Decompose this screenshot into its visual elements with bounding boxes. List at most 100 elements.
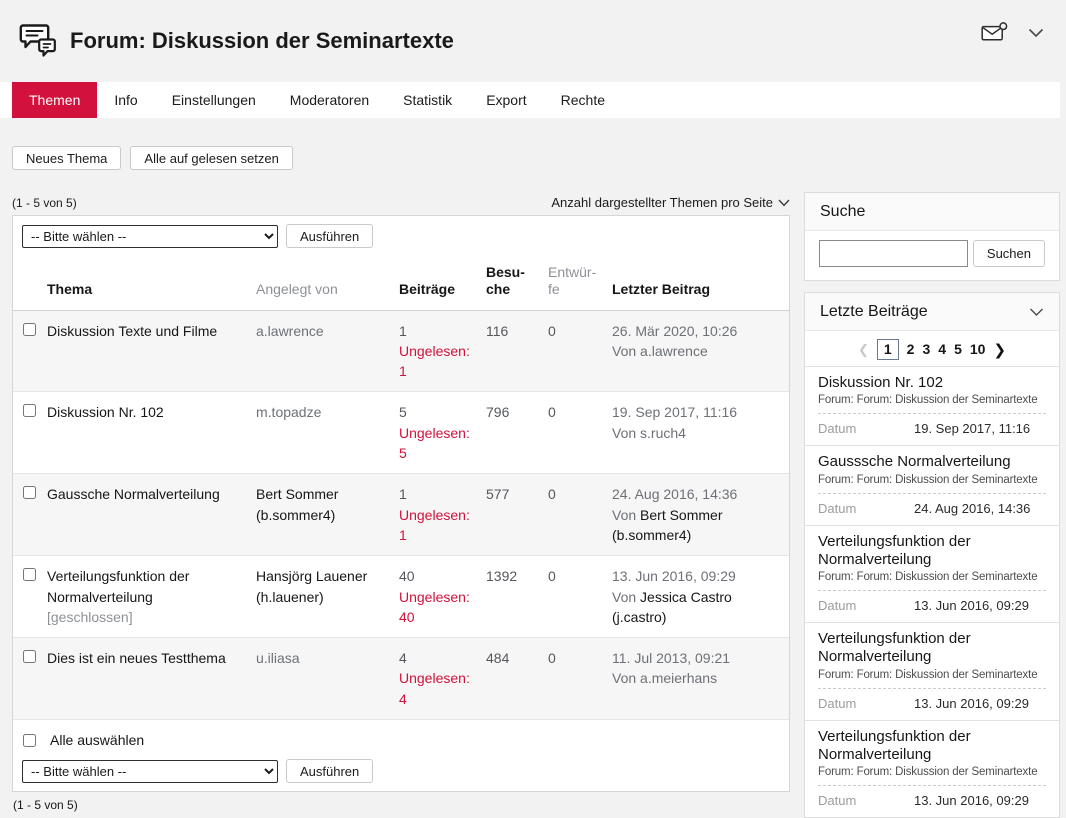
main-content: Neues Thema Alle auf gelesen setzen (1 -… bbox=[12, 118, 790, 812]
topic-row: Diskussion Nr. 102 m.topadze 5 Ungelesen… bbox=[13, 392, 789, 474]
tab[interactable]: Export bbox=[469, 82, 543, 118]
per-page-dropdown[interactable]: Anzahl dargestellter Themen pro Seite bbox=[551, 195, 790, 210]
latest-post-title[interactable]: Verteilungsfunktion der Normalverteilung bbox=[818, 630, 1046, 667]
drafts-count: 0 bbox=[548, 484, 612, 545]
forum-speech-bubbles-icon bbox=[16, 21, 60, 61]
posts-count: 5 bbox=[399, 402, 478, 422]
bulk-action-select-bottom[interactable]: -- Bitte wählen -- bbox=[22, 760, 278, 783]
tab[interactable]: Info bbox=[97, 82, 154, 118]
execute-button-bottom[interactable]: Ausführen bbox=[286, 759, 373, 783]
search-panel-title: Suche bbox=[820, 203, 865, 221]
date-value: 13. Jun 2016, 09:29 bbox=[914, 696, 1029, 711]
topic-row-checkbox[interactable] bbox=[23, 650, 36, 663]
tab[interactable]: Rechte bbox=[544, 82, 622, 118]
topic-author: a.lawrence bbox=[256, 323, 324, 339]
date-value: 24. Aug 2016, 14:36 bbox=[914, 501, 1030, 516]
date-value: 13. Jun 2016, 09:29 bbox=[914, 598, 1029, 613]
pagination-page-link[interactable]: 4 bbox=[938, 340, 946, 359]
pagination-prev-icon: ❮ bbox=[858, 342, 869, 358]
topic-title-link[interactable]: Diskussion Texte und Filme bbox=[47, 323, 217, 339]
collapse-chevron-down-icon[interactable] bbox=[1029, 308, 1044, 317]
posts-count: 1 bbox=[399, 484, 478, 504]
unread-count: Ungelesen: 4 bbox=[399, 668, 478, 709]
tab[interactable]: Themen bbox=[12, 82, 97, 118]
tab[interactable]: Einstellungen bbox=[155, 82, 273, 118]
latest-post-title[interactable]: Verteilungsfunktion der Normalverteilung bbox=[818, 728, 1046, 765]
column-header: Angelegt von bbox=[256, 281, 399, 298]
topic-row: Dies ist ein neues Testthema u.iliasa 4 … bbox=[13, 638, 789, 720]
dashed-divider bbox=[818, 493, 1046, 494]
per-page-label: Anzahl dargestellter Themen pro Seite bbox=[551, 195, 773, 210]
dashed-divider bbox=[818, 688, 1046, 689]
topic-author[interactable]: Bert Sommer (b.sommer4) bbox=[256, 486, 338, 522]
topic-row-checkbox[interactable] bbox=[23, 568, 36, 581]
column-header[interactable]: Thema bbox=[47, 281, 256, 298]
result-range-top: (1 - 5 von 5) bbox=[12, 196, 77, 210]
latest-post-title[interactable]: Verteilungsfunktion der Normalverteilung bbox=[818, 533, 1046, 570]
topic-title-link[interactable]: Verteilungsfunktion der Normalverteilung bbox=[47, 568, 189, 604]
search-input[interactable] bbox=[819, 240, 968, 267]
latest-post-item: Verteilungsfunktion der Normalverteilung… bbox=[805, 622, 1059, 720]
latest-post-title[interactable]: Diskussion Nr. 102 bbox=[818, 374, 1046, 392]
visits-count: 484 bbox=[486, 648, 548, 709]
topic-row-checkbox[interactable] bbox=[23, 323, 36, 336]
table-body: Diskussion Texte und Filme a.lawrence 1 … bbox=[13, 311, 789, 720]
drafts-count: 0 bbox=[548, 402, 612, 463]
mark-all-read-button[interactable]: Alle auf gelesen setzen bbox=[130, 146, 292, 170]
last-post-date: 11. Jul 2013, 09:21 bbox=[612, 648, 781, 668]
last-post-date: 26. Mär 2020, 10:26 bbox=[612, 321, 781, 341]
select-all-row: Alle auswählen bbox=[13, 720, 789, 751]
dashed-divider bbox=[818, 590, 1046, 591]
latest-post-title[interactable]: Gausssche Normalverteilung bbox=[818, 453, 1046, 471]
last-post-by-prefix: Von bbox=[612, 507, 640, 523]
pagination-page-link[interactable]: 10 bbox=[970, 340, 986, 359]
latest-post-forum: Forum: Forum: Diskussion der Seminartext… bbox=[818, 669, 1046, 681]
latest-post-item: Verteilungsfunktion der Normalverteilung… bbox=[805, 720, 1059, 818]
last-post-date: 13. Jun 2016, 09:29 bbox=[612, 566, 781, 586]
tab[interactable]: Statistik bbox=[386, 82, 469, 118]
tab[interactable]: Moderatoren bbox=[273, 82, 386, 118]
search-panel: Suche Suchen bbox=[804, 192, 1060, 281]
select-all-checkbox[interactable] bbox=[23, 734, 36, 747]
drafts-count: 0 bbox=[548, 566, 612, 627]
topic-author: u.iliasa bbox=[256, 650, 300, 666]
topic-author[interactable]: Hansjörg Lauener (h.lauener) bbox=[256, 568, 367, 604]
header-actions bbox=[981, 22, 1044, 43]
column-header[interactable]: Letzter Beitrag bbox=[612, 281, 789, 298]
unread-count: Ungelesen: 1 bbox=[399, 505, 478, 546]
unread-count: Ungelesen: 40 bbox=[399, 587, 478, 628]
visits-count: 1392 bbox=[486, 566, 548, 627]
latest-posts-title: Letzte Beiträge bbox=[820, 303, 928, 321]
last-post-by: s.ruch4 bbox=[640, 425, 686, 441]
new-topic-button[interactable]: Neues Thema bbox=[12, 146, 121, 170]
chevron-down-icon bbox=[778, 199, 790, 207]
pagination-page-link[interactable]: 1 bbox=[877, 339, 899, 360]
topic-title-link[interactable]: Gaussche Normalverteilung bbox=[47, 486, 220, 502]
execute-button-top[interactable]: Ausführen bbox=[286, 224, 373, 248]
last-post-by-prefix: Von bbox=[612, 343, 640, 359]
sidebar: Suche Suchen Letzte Beiträge ❮ 1 2 3 4 5… bbox=[804, 192, 1060, 818]
search-button[interactable]: Suchen bbox=[973, 240, 1045, 267]
topic-status: [geschlossen] bbox=[47, 607, 248, 627]
pagination-page-link[interactable]: 2 bbox=[907, 340, 915, 359]
date-value: 19. Sep 2017, 11:16 bbox=[914, 421, 1030, 436]
bulk-action-select-top[interactable]: -- Bitte wählen -- bbox=[22, 225, 278, 248]
posts-count: 4 bbox=[399, 648, 478, 668]
header-chevron-down-icon[interactable] bbox=[1028, 28, 1044, 38]
latest-post-forum: Forum: Forum: Diskussion der Seminartext… bbox=[818, 571, 1046, 583]
column-header[interactable]: Beiträge bbox=[399, 281, 486, 298]
latest-post-item: Verteilungsfunktion der Normalverteilung… bbox=[805, 525, 1059, 623]
column-header: Entwür- fe bbox=[548, 264, 612, 298]
topic-title-link[interactable]: Dies ist ein neues Testthema bbox=[47, 650, 226, 666]
last-post-by-prefix: Von bbox=[612, 670, 640, 686]
topic-row-checkbox[interactable] bbox=[23, 486, 36, 499]
topic-row-checkbox[interactable] bbox=[23, 404, 36, 417]
topic-title-link[interactable]: Diskussion Nr. 102 bbox=[47, 404, 164, 420]
notification-mail-icon[interactable] bbox=[981, 22, 1008, 43]
topics-table: -- Bitte wählen -- Ausführen Thema Angel… bbox=[12, 215, 790, 792]
pagination-next-icon[interactable]: ❯ bbox=[993, 341, 1006, 359]
column-header[interactable]: Besu- che bbox=[486, 264, 548, 298]
pagination-page-link[interactable]: 3 bbox=[922, 340, 930, 359]
drafts-count: 0 bbox=[548, 648, 612, 709]
pagination-page-link[interactable]: 5 bbox=[954, 340, 962, 359]
